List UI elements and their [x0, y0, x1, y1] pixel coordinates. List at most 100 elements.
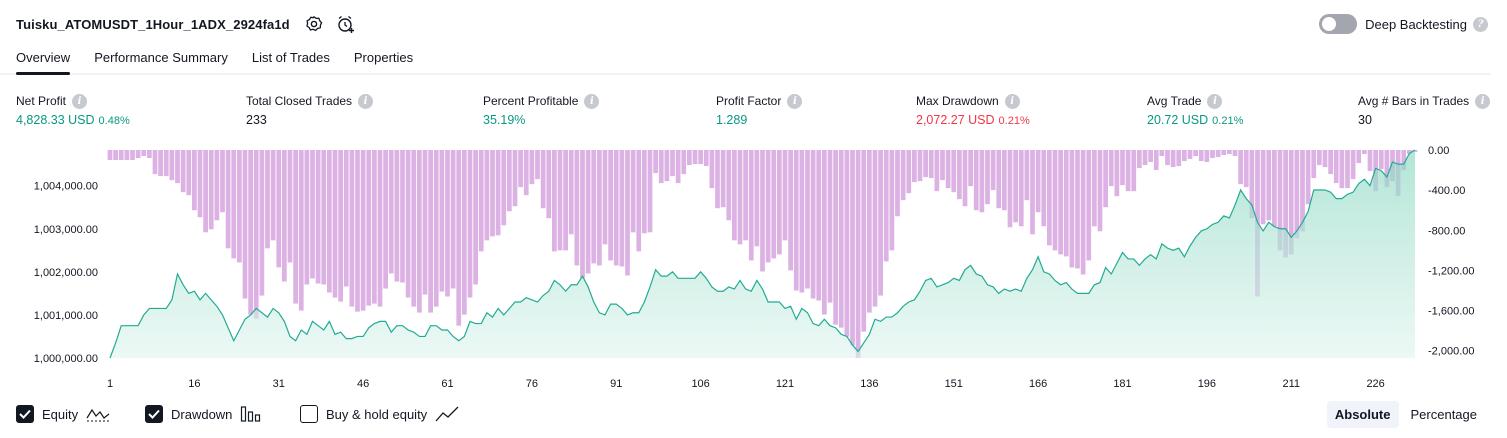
drawdown-bar: [315, 150, 321, 284]
deep-backtesting-toggle[interactable]: [1319, 14, 1358, 34]
drawdown-bar: [670, 150, 675, 177]
report-tabs: Overview Performance Summary List of Tra…: [16, 46, 437, 75]
drawdown-bar: [1030, 150, 1035, 235]
drawdown-checkbox[interactable]: [145, 405, 163, 423]
metric-value: 35.19%: [483, 113, 526, 127]
drawdown-bar: [355, 150, 360, 312]
drawdown-bar: [540, 150, 546, 209]
drawdown-bar: [748, 150, 754, 261]
drawdown-bar: [259, 150, 265, 296]
deep-backtesting-label: Deep Backtesting: [1365, 16, 1467, 32]
info-icon[interactable]: i: [358, 93, 374, 109]
drawdown-bar: [1125, 150, 1131, 192]
legend-drawdown[interactable]: Drawdown: [145, 403, 262, 425]
drawdown-bar: [1047, 150, 1052, 246]
drawdown-bar: [1328, 150, 1333, 175]
drawdown-bar: [833, 150, 838, 325]
percentage-button[interactable]: Percentage: [1403, 401, 1486, 428]
info-icon[interactable]: ?: [1473, 16, 1488, 32]
drawdown-bar: [310, 150, 315, 279]
drawdown-bar: [276, 150, 282, 268]
equity-drawdown-chart[interactable]: 1,000,000.00 1,001,000.00 1,002,000.00 1,00…: [0, 140, 1507, 392]
drawdown-bar: [1322, 150, 1328, 168]
info-icon[interactable]: i: [72, 93, 88, 109]
drawdown-bar: [192, 150, 197, 211]
drawdown-bar: [507, 150, 512, 212]
drawdown-tick-label: -400.00: [1428, 185, 1465, 197]
equity-checkbox[interactable]: [16, 405, 34, 423]
drawdown-bar: [1063, 150, 1069, 257]
drawdown-bar: [1108, 150, 1114, 187]
drawdown-bar: [597, 150, 602, 266]
drawdown-axis: 0.00 -400.00 -800.00 -1,200.00 -1,600.00 -2,0…: [1428, 145, 1474, 358]
drawdown-bar: [625, 150, 630, 276]
drawdown-bar: [754, 150, 760, 247]
info-icon[interactable]: i: [1207, 93, 1223, 109]
tab-overview[interactable]: Overview: [16, 46, 71, 75]
drawdown-bar: [664, 150, 670, 182]
drawdown-bar: [1227, 150, 1232, 155]
drawdown-bars-icon: [240, 405, 262, 423]
drawdown-bar: [147, 150, 152, 159]
tab-list-of-trades[interactable]: List of Trades: [252, 46, 330, 75]
drawdown-bar: [1339, 150, 1345, 189]
drawdown-bar: [585, 150, 591, 274]
drawdown-bar: [1035, 150, 1041, 213]
drawdown-bar: [214, 150, 220, 221]
info-icon[interactable]: i: [787, 93, 803, 109]
drawdown-bar: [366, 150, 372, 306]
info-icon[interactable]: i: [584, 93, 600, 109]
drawdown-bar: [630, 150, 636, 233]
drawdown-bar: [388, 150, 394, 274]
x-tick-label: 121: [776, 378, 794, 390]
legend-equity[interactable]: Equity: [16, 403, 110, 425]
legend-label: Drawdown: [171, 406, 233, 422]
drawdown-bar: [141, 150, 147, 157]
drawdown-bar: [1097, 150, 1103, 232]
legend-buy-hold[interactable]: Buy & hold equity: [300, 403, 459, 425]
drawdown-bar: [1159, 150, 1165, 157]
info-icon[interactable]: i: [1475, 93, 1491, 109]
drawdown-bar: [726, 150, 732, 221]
drawdown-bar: [484, 150, 490, 241]
drawdown-bar: [1378, 150, 1384, 170]
drawdown-bar: [872, 150, 878, 307]
x-tick-label: 211: [1282, 378, 1300, 390]
buy-hold-checkbox[interactable]: [300, 405, 318, 423]
drawdown-bar: [203, 150, 208, 233]
drawdown-bar: [737, 150, 743, 245]
drawdown-bar: [518, 150, 523, 188]
drawdown-bar: [113, 150, 118, 161]
drawdown-bar: [642, 150, 647, 234]
drawdown-tick-label: -1,200.00: [1428, 265, 1474, 277]
drawdown-bar: [692, 150, 698, 165]
drawdown-bar: [456, 150, 462, 326]
drawdown-bar: [574, 150, 580, 266]
tab-performance-summary[interactable]: Performance Summary: [94, 46, 228, 75]
metric-value: 2,072.27 USD: [916, 113, 995, 127]
add-alert-icon[interactable]: [336, 14, 356, 34]
drawdown-bar: [1350, 150, 1356, 180]
metric-percent-profitable: Percent Profitable i 35.19%: [483, 93, 600, 129]
drawdown-bar: [1080, 150, 1086, 275]
drawdown-bar: [343, 150, 349, 287]
drawdown-bar: [1198, 150, 1204, 162]
strategy-title: Tuisku_ATOMUSDT_1Hour_1ADX_2924fa1d: [16, 16, 290, 32]
metric-total-closed-trades: Total Closed Trades i 233: [246, 93, 374, 129]
drawdown-bar: [1114, 150, 1120, 197]
settings-icon[interactable]: [304, 14, 324, 34]
drawdown-bar: [608, 150, 613, 261]
metric-value: 4,828.33 USD: [16, 113, 95, 127]
drawdown-bar: [501, 150, 507, 226]
absolute-button[interactable]: Absolute: [1326, 401, 1399, 428]
drawdown-bar: [1052, 150, 1058, 251]
x-tick-label: 31: [273, 378, 285, 390]
drawdown-bar: [1221, 150, 1227, 156]
info-icon[interactable]: i: [1004, 93, 1020, 109]
drawdown-bar: [1182, 150, 1187, 162]
drawdown-bar: [270, 150, 276, 241]
drawdown-bar: [855, 150, 861, 358]
x-tick-label: 76: [526, 378, 538, 390]
tab-properties[interactable]: Properties: [354, 46, 413, 75]
drawdown-bar: [765, 150, 771, 263]
